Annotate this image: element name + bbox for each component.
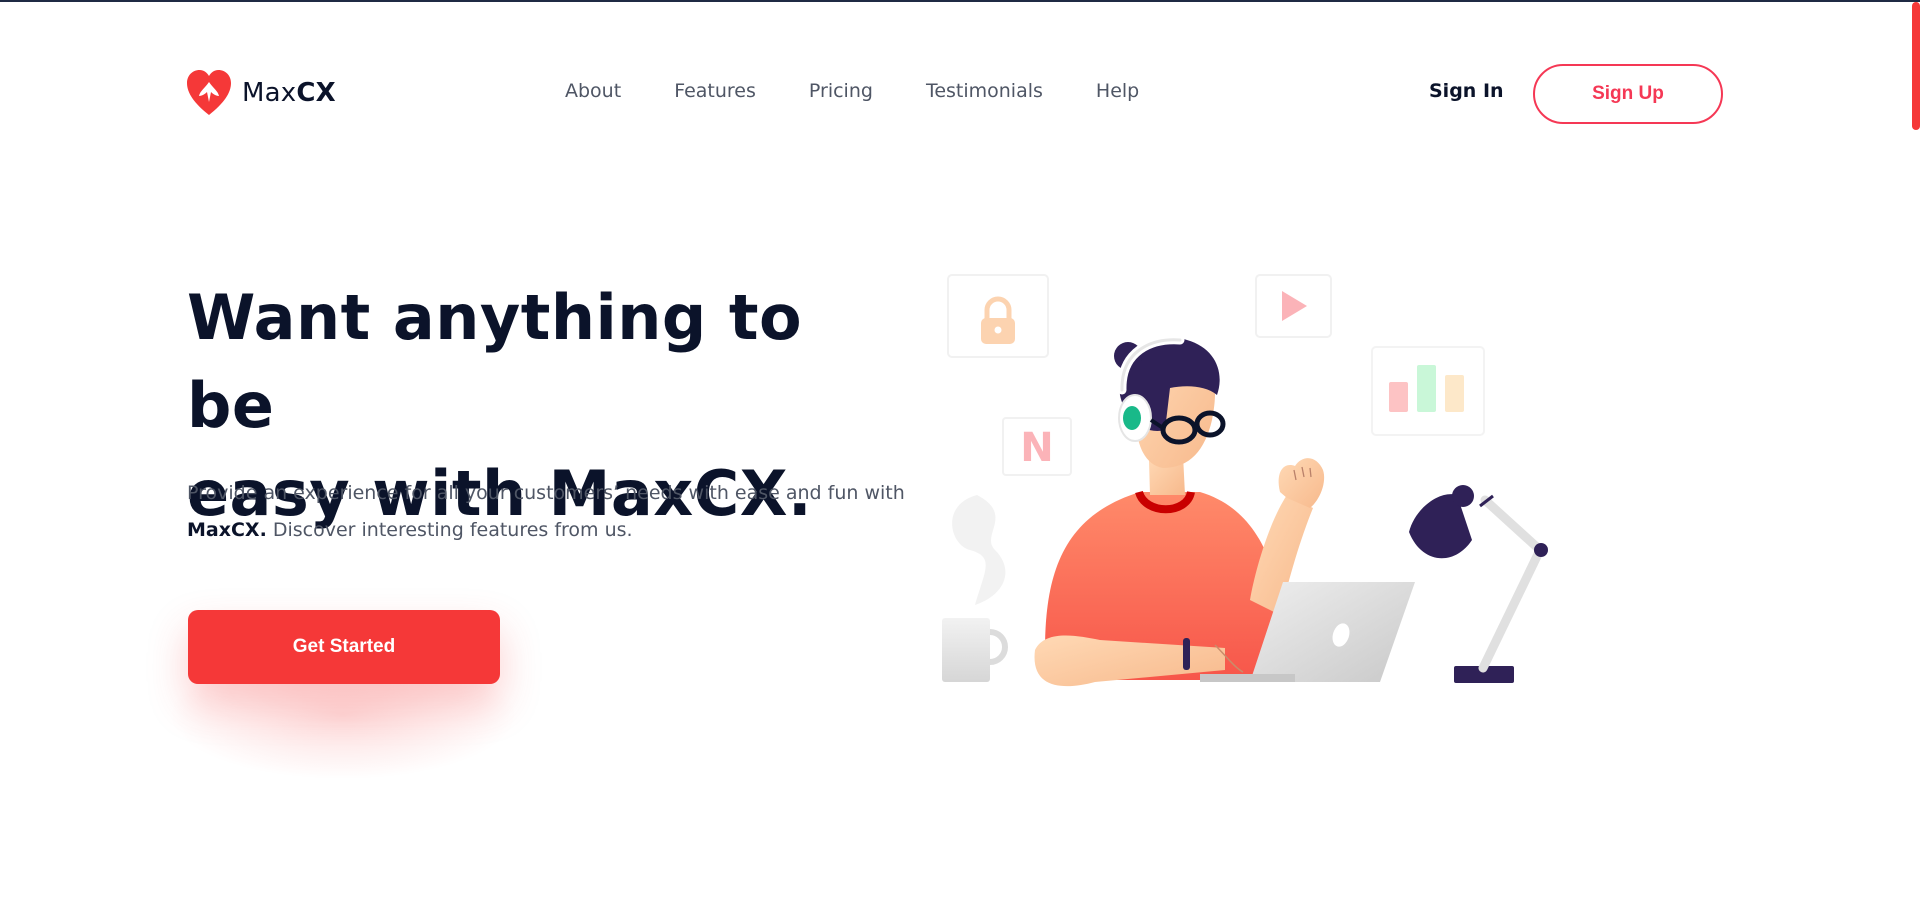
hero-desc-text: Provide an experience for all your custo… [187,482,905,504]
netflix-icon: N [1002,417,1072,476]
nav-link-testimonials[interactable]: Testimonials [926,80,1043,102]
nav-link-pricing[interactable]: Pricing [809,80,873,102]
hero-desc-suffix: Discover interesting features from us. [266,519,633,541]
svg-text:N: N [1020,425,1053,471]
play-icon [1255,274,1332,338]
heart-logo-icon [187,70,231,115]
mug-icon [942,618,1008,682]
sign-in-link[interactable]: Sign In [1429,80,1504,102]
next-section-preview [160,858,1760,900]
hero-desc-brand: MaxCX. [187,519,267,541]
lock-icon [947,274,1049,358]
nav-link-about[interactable]: About [565,80,621,102]
get-started-button[interactable]: Get Started [188,610,500,684]
desk-lamp-icon [1409,485,1548,683]
hero-description: Provide an experience for all your custo… [187,475,907,549]
bar-chart-icon [1371,346,1485,436]
nav-link-help[interactable]: Help [1096,80,1139,102]
brand-logo[interactable]: MaxCX [186,69,336,117]
nav-link-features[interactable]: Features [674,80,756,102]
navbar: MaxCX About Features Pricing Testimonial… [0,0,1920,186]
main-nav: About Features Pricing Testimonials Help [565,80,1139,102]
sign-up-button[interactable]: Sign Up [1533,64,1723,124]
brand-name: MaxCX [242,78,336,108]
hero-illustration: N [942,274,1548,687]
hero-title-line1: Want anything to be [187,281,803,442]
